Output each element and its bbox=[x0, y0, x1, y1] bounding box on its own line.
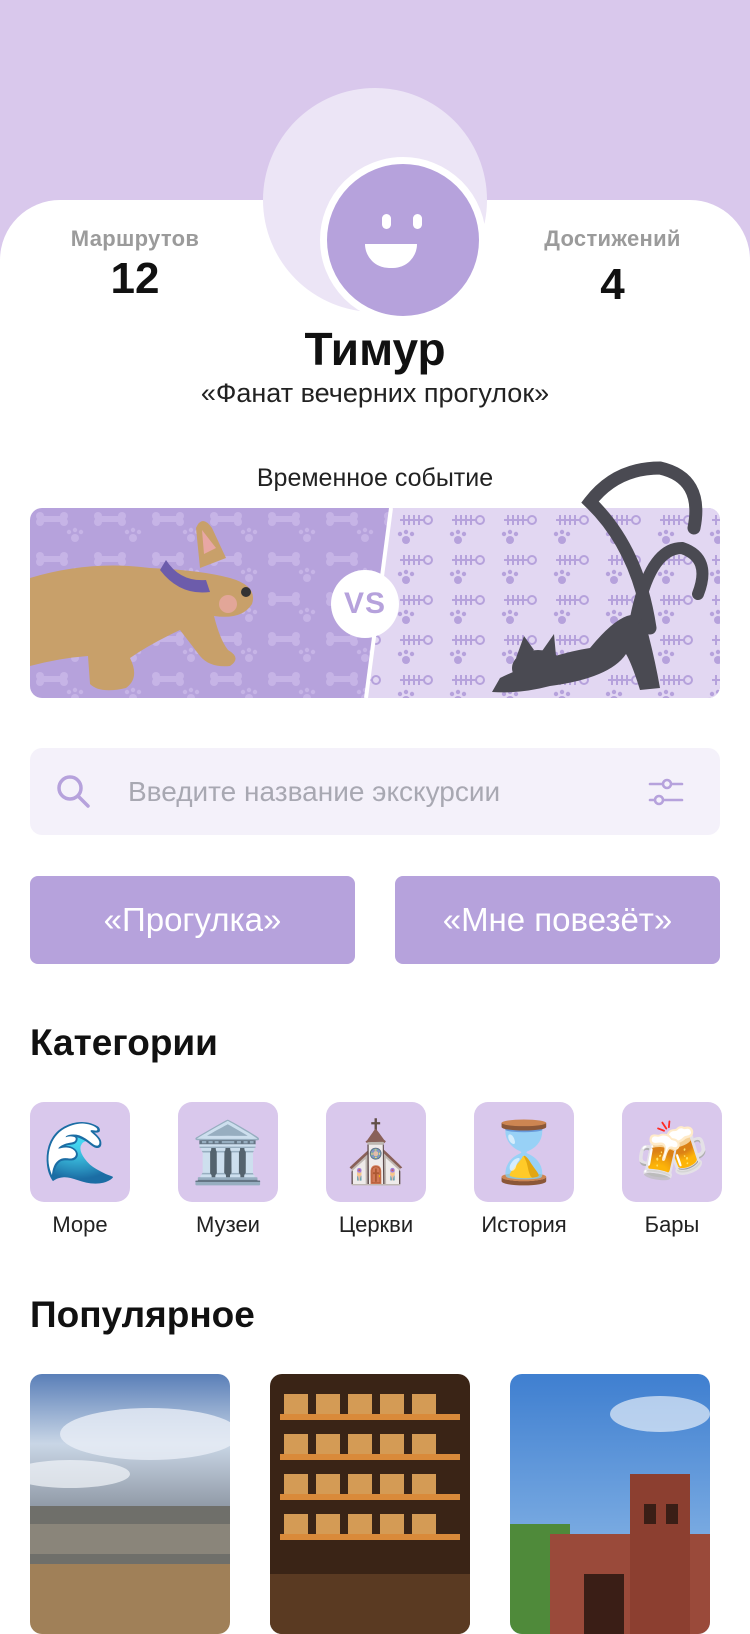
vs-badge: VS bbox=[343, 587, 387, 620]
hourglass-icon: ⌛ bbox=[474, 1102, 574, 1202]
bar-photo bbox=[270, 1374, 470, 1634]
user-name: Тимур bbox=[304, 323, 446, 375]
achievements-label: Достижений bbox=[544, 226, 681, 251]
fort-photo bbox=[510, 1374, 710, 1634]
filter-icon[interactable] bbox=[646, 774, 686, 810]
category-museums[interactable]: 🏛️ Музеи bbox=[168, 1102, 288, 1238]
category-churches[interactable]: ⛪ Церкви bbox=[316, 1102, 436, 1238]
feeling-lucky-button[interactable]: «Мне повезёт» bbox=[395, 876, 720, 964]
category-history[interactable]: ⌛ История bbox=[464, 1102, 584, 1238]
category-bars[interactable]: 🍻 Бары bbox=[612, 1102, 732, 1238]
category-label: Музеи bbox=[196, 1212, 260, 1237]
popular-heading: Популярное bbox=[30, 1294, 255, 1335]
smiley-face-icon bbox=[320, 157, 486, 323]
beer-icon: 🍻 bbox=[622, 1102, 722, 1202]
popular-card-fort[interactable] bbox=[510, 1374, 710, 1634]
church-icon: ⛪ bbox=[326, 1102, 426, 1202]
event-banner[interactable]: VS bbox=[30, 461, 720, 698]
category-label: Церкви bbox=[338, 1212, 414, 1237]
routes-stat[interactable]: Маршрутов 12 bbox=[50, 226, 220, 304]
avatar[interactable] bbox=[263, 88, 487, 323]
categories-heading: Категории bbox=[30, 1022, 218, 1063]
achievements-count: 4 bbox=[600, 260, 625, 309]
popular-card-sea[interactable] bbox=[30, 1374, 230, 1634]
achievements-stat[interactable]: Достижений 4 bbox=[525, 226, 700, 310]
category-label: Море bbox=[52, 1212, 108, 1237]
popular-card-bar[interactable] bbox=[270, 1374, 470, 1634]
walk-button[interactable]: «Прогулка» bbox=[30, 876, 355, 964]
category-sea[interactable]: 🌊 Море bbox=[20, 1102, 140, 1238]
sea-photo bbox=[30, 1374, 230, 1634]
routes-label: Маршрутов bbox=[70, 226, 200, 251]
museum-icon: 🏛️ bbox=[178, 1102, 278, 1202]
category-label: Бары bbox=[644, 1212, 700, 1237]
category-label: История bbox=[481, 1212, 567, 1237]
search-bar[interactable] bbox=[30, 748, 720, 835]
search-icon bbox=[57, 775, 90, 808]
wave-icon: 🌊 bbox=[30, 1102, 130, 1202]
search-input[interactable] bbox=[126, 768, 650, 816]
routes-count: 12 bbox=[110, 254, 160, 303]
user-title: «Фанат вечерних прогулок» bbox=[200, 378, 550, 408]
